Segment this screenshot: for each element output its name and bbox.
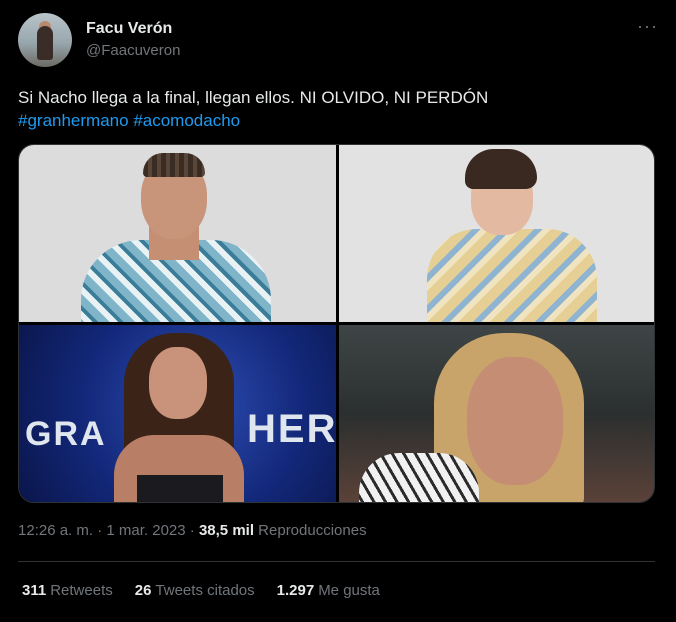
quotes-count: 26 <box>134 582 152 599</box>
tweet-body: Si Nacho llega a la final, llegan ellos.… <box>18 88 489 107</box>
media-grid: GRA HER <box>18 144 655 503</box>
hashtag-acomodacho[interactable]: #acomodacho <box>133 111 240 130</box>
meta-separator-2: · <box>189 522 195 539</box>
quotes-stat[interactable]: 26 Tweets citados <box>135 582 255 599</box>
retweets-label: Retweets <box>50 582 113 599</box>
photo-3-logo-left: GRA <box>25 415 107 453</box>
views-label: Reproducciones <box>258 522 367 539</box>
avatar[interactable] <box>18 13 72 67</box>
divider <box>18 561 655 562</box>
photo-3-logo-right: HER <box>247 407 336 451</box>
likes-stat[interactable]: 1.297 Me gusta <box>277 582 380 599</box>
photo-2-shirt <box>427 229 597 322</box>
photo-1-hair <box>143 153 205 177</box>
author-name[interactable]: Facu Verón <box>86 20 172 38</box>
tweet-meta: 12:26 a. m. · 1 mar. 2023 · 38,5 mil Rep… <box>18 522 367 539</box>
avatar-figure <box>37 26 53 60</box>
photo-4[interactable] <box>339 325 654 502</box>
tweet-time[interactable]: 12:26 a. m. <box>18 522 93 539</box>
meta-separator-1: · <box>97 522 103 539</box>
views-count: 38,5 mil <box>198 522 254 539</box>
photo-3[interactable]: GRA HER <box>19 325 336 502</box>
tweet-stats: 311 Retweets 26 Tweets citados 1.297 Me gus… <box>22 582 402 599</box>
more-dots-icon[interactable]: ··· <box>637 16 658 37</box>
photo-4-shirt <box>359 453 479 502</box>
tweet-text: Si Nacho llega a la final, llegan ellos.… <box>18 86 658 132</box>
photo-2[interactable] <box>339 145 654 322</box>
hashtag-granhermano[interactable]: #granhermano <box>18 111 129 130</box>
likes-label: Me gusta <box>318 582 380 599</box>
tweet-date[interactable]: 1 mar. 2023 <box>106 522 185 539</box>
quotes-label: Tweets citados <box>155 582 255 599</box>
tweet-header: Facu Verón @Faacuveron ··· <box>18 13 658 69</box>
photo-4-face <box>467 357 563 485</box>
photo-3-top <box>137 475 223 502</box>
author-handle[interactable]: @Faacuveron <box>86 42 180 59</box>
photo-2-hair <box>465 149 537 189</box>
retweets-count: 311 <box>22 582 47 599</box>
photo-1[interactable] <box>19 145 336 322</box>
photo-3-head <box>149 347 207 419</box>
likes-count: 1.297 <box>276 582 315 599</box>
retweets-stat[interactable]: 311 Retweets <box>22 582 113 599</box>
